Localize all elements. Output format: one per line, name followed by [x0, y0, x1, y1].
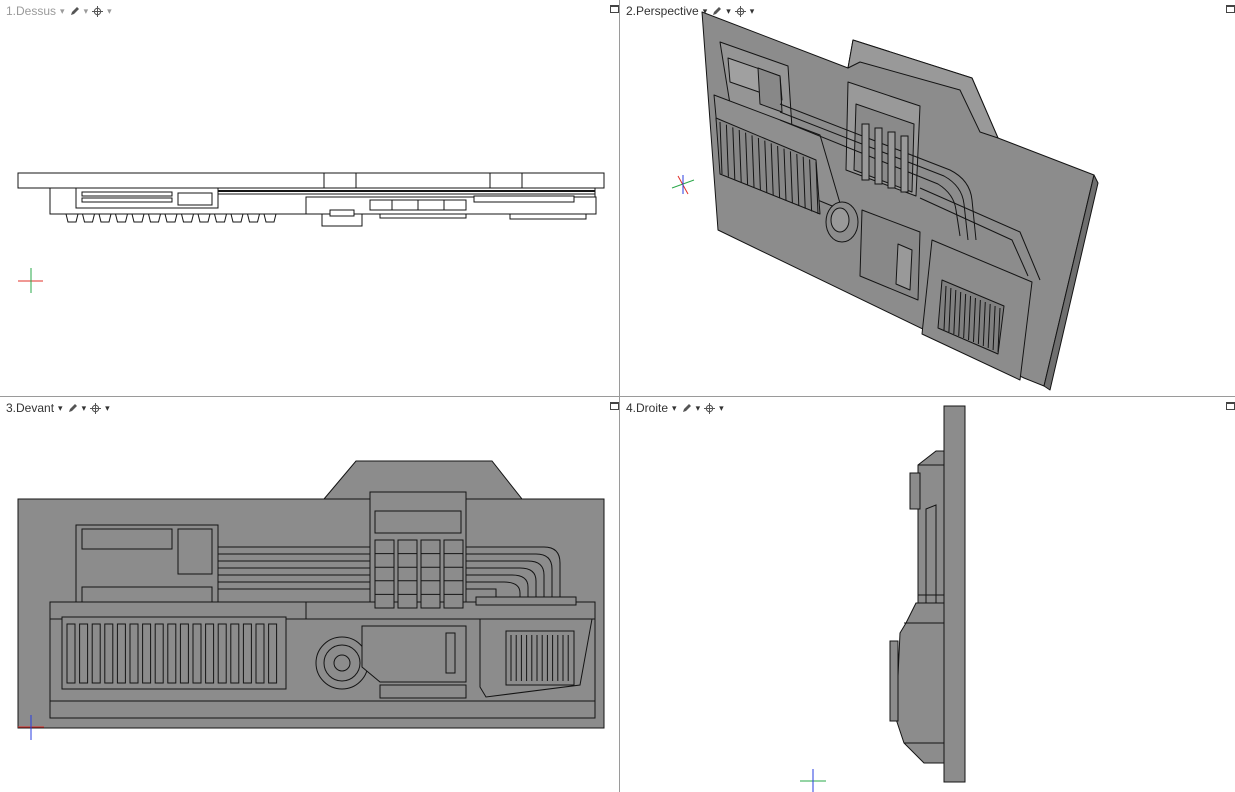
- top-view-model: [17, 172, 605, 293]
- grille-fin: [154, 623, 164, 684]
- axis-tripod-perspective: [671, 175, 695, 195]
- grille-fin: [179, 623, 189, 684]
- vent-fin: [180, 213, 195, 223]
- vent-fin: [114, 213, 129, 223]
- column-slot: [861, 123, 870, 181]
- grille-fin: [142, 623, 152, 684]
- column-slot: [443, 539, 464, 609]
- vent-fin: [246, 213, 261, 223]
- grille-fin: [268, 623, 278, 684]
- grille-fin: [104, 623, 114, 684]
- grille-fin: [255, 623, 265, 684]
- grille-fin: [129, 623, 139, 684]
- column-slot: [887, 131, 896, 189]
- vent-fin: [263, 213, 277, 223]
- left-grille-fins: [66, 623, 278, 684]
- front-view-model: [17, 460, 605, 740]
- grille-fin: [205, 623, 215, 684]
- viewport-perspective-title[interactable]: 2.Perspective: [626, 4, 699, 18]
- grille-fin: [116, 623, 126, 684]
- viewport-right[interactable]: 4.Droite ▾ ▾ ▾: [620, 397, 1235, 792]
- vent-fin: [147, 213, 162, 223]
- grille-fin: [167, 623, 177, 684]
- viewport-perspective[interactable]: 2.Perspective ▾ ▾ ▾: [620, 0, 1235, 396]
- axis-tripod-right: [800, 769, 826, 792]
- crosshair-icon[interactable]: [734, 5, 746, 17]
- axis-tripod-top: [18, 268, 43, 293]
- grille-fin: [192, 623, 202, 684]
- vent-fin: [131, 213, 145, 223]
- column-slot: [900, 135, 909, 193]
- vent-fin: [98, 213, 112, 223]
- vent-fin: [197, 213, 211, 223]
- column-slot: [374, 539, 395, 609]
- vent-fin: [65, 213, 79, 223]
- pencil-icon[interactable]: [711, 6, 722, 17]
- grille-fin: [66, 623, 76, 684]
- column-slot: [420, 539, 441, 609]
- grille-fin: [91, 623, 101, 684]
- column-slot: [397, 539, 418, 609]
- maximize-icon[interactable]: [1226, 5, 1235, 13]
- grille-fin: [230, 623, 240, 684]
- perspective-view-model: [671, 11, 1099, 391]
- viewport-top[interactable]: 1.Dessus ▾ ▾ ▾: [0, 0, 619, 396]
- grille-fin: [217, 623, 227, 684]
- vent-fin: [230, 213, 244, 223]
- grille-fin: [242, 623, 252, 684]
- vent-fin: [213, 213, 228, 223]
- viewport-perspective-header: 2.Perspective ▾ ▾ ▾: [626, 4, 755, 18]
- grille-fin: [79, 623, 89, 684]
- column-slot: [874, 127, 883, 185]
- viewport-front[interactable]: 3.Devant ▾ ▾ ▾: [0, 397, 619, 792]
- vent-fins: [65, 213, 277, 223]
- vent-fin: [164, 213, 178, 223]
- vent-fin: [81, 213, 96, 223]
- right-view-model: [800, 405, 966, 792]
